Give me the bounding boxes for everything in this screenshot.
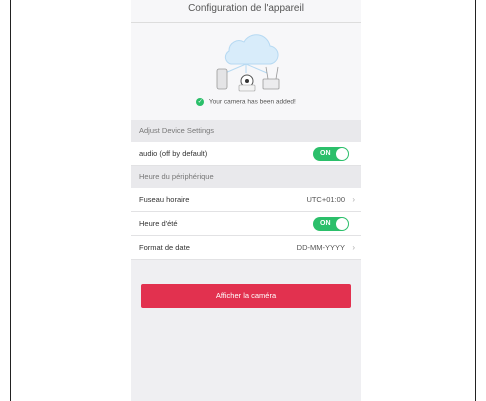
toggle-knob (336, 218, 348, 230)
audio-toggle[interactable]: ON (313, 147, 349, 161)
app-screen: Configuration de l'appareil ✓ Your camer… (131, 0, 361, 401)
toggle-knob (336, 148, 348, 160)
date-format-row[interactable]: Format de date DD-MM-YYYY › (131, 236, 361, 260)
dst-toggle-state: ON (320, 220, 331, 227)
timezone-label: Fuseau horaire (139, 195, 190, 204)
device-illustration: ✓ Your camera has been added! (131, 23, 361, 120)
audio-label: audio (off by default) (139, 149, 208, 158)
section-device-clock: Heure du périphérique (131, 166, 361, 188)
timezone-value: UTC+01:00 (306, 195, 345, 204)
chevron-right-icon: › (352, 195, 355, 204)
dst-label: Heure d'été (139, 219, 178, 228)
dst-toggle[interactable]: ON (313, 217, 349, 231)
chevron-right-icon: › (352, 243, 355, 252)
status-text: Your camera has been added! (208, 98, 296, 106)
date-format-label: Format de date (139, 243, 190, 252)
camera-added-status: ✓ Your camera has been added! (131, 98, 361, 106)
page-title: Configuration de l'appareil (131, 0, 361, 23)
cloud-devices-icon (216, 34, 280, 92)
dst-row: Heure d'été ON (131, 212, 361, 236)
audio-setting-row: audio (off by default) ON (131, 142, 361, 166)
section-adjust-device-settings: Adjust Device Settings (131, 120, 361, 142)
audio-toggle-state: ON (320, 150, 331, 157)
show-camera-button[interactable]: Afficher la caméra (141, 284, 351, 308)
timezone-row[interactable]: Fuseau horaire UTC+01:00 › (131, 188, 361, 212)
date-format-value: DD-MM-YYYY (296, 243, 345, 252)
check-circle-icon: ✓ (196, 98, 205, 106)
